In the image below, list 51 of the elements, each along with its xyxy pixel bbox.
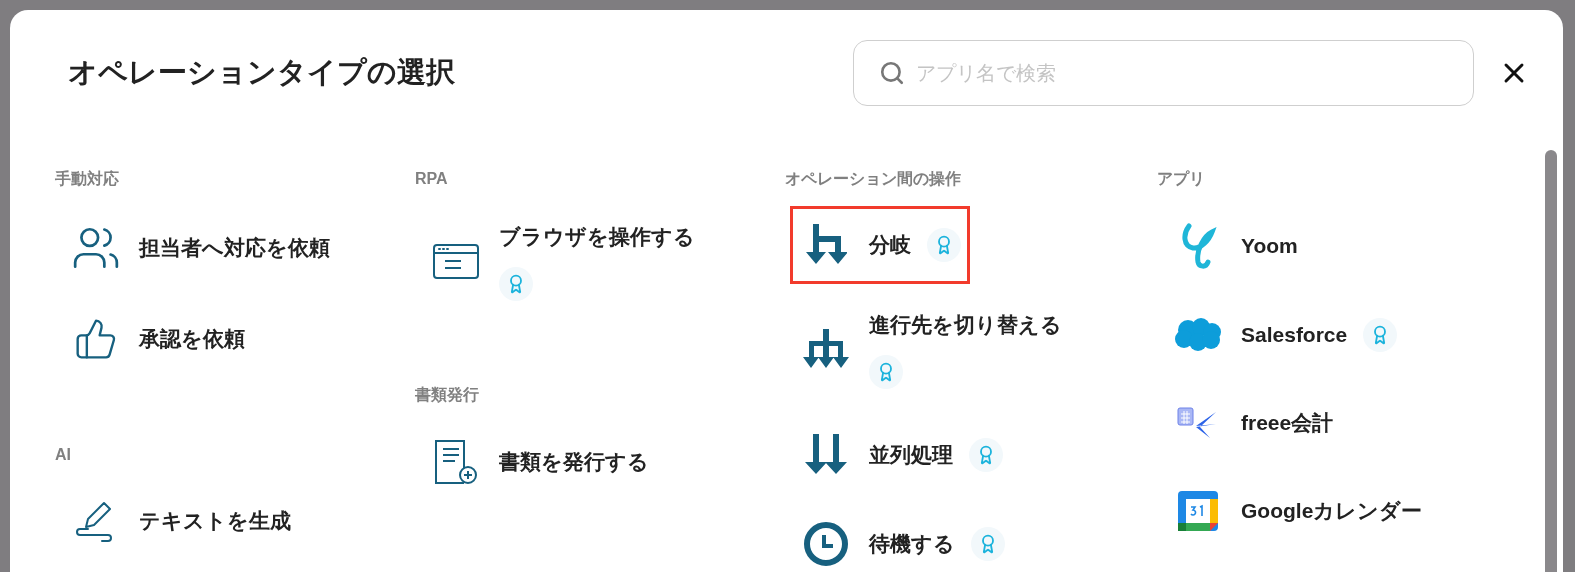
operation-item[interactable]: 担当者へ対応を依頼 [55, 201, 344, 295]
operation-item[interactable]: freee会計 [1157, 379, 1348, 467]
cloud-logo-icon [1174, 318, 1222, 352]
search-icon [879, 60, 905, 86]
award-badge [969, 438, 1003, 472]
scrollbar[interactable] [1545, 150, 1557, 572]
operation-item[interactable]: テキストを生成 [55, 477, 305, 565]
clock-icon [803, 521, 849, 567]
operation-item[interactable]: 待機する [785, 499, 1019, 572]
script-logo-icon [1179, 223, 1217, 269]
item-label: 並列処理 [869, 442, 953, 468]
browser-window-icon [433, 244, 479, 280]
operation-item[interactable]: Yoom [1157, 201, 1312, 291]
item-label: 進行先を切り替える [869, 312, 1062, 338]
section-heading: 書類発行 [415, 385, 480, 405]
item-label: Yoom [1241, 233, 1298, 259]
section-heading: AI [55, 445, 72, 465]
operation-item[interactable]: 承認を依頼 [55, 295, 259, 383]
award-badge [927, 228, 961, 262]
item-label: Salesforce [1241, 322, 1348, 348]
parallel-arrows-icon [805, 434, 847, 476]
item-label: 担当者へ対応を依頼 [139, 235, 330, 261]
award-badge [971, 527, 1005, 561]
item-label: テキストを生成 [139, 508, 291, 534]
item-label: freee会計 [1241, 410, 1334, 436]
section-heading: アプリ [1157, 169, 1206, 189]
operation-item[interactable]: 並列処理 [785, 411, 1017, 499]
dialog-title: オペレーションタイプの選択 [68, 55, 456, 91]
operation-item[interactable]: Googleカレンダー [1157, 467, 1437, 555]
operation-item[interactable]: Salesforce [1157, 291, 1412, 379]
item-label: ブラウザを操作する [499, 224, 695, 250]
document-plus-icon [434, 439, 478, 485]
award-badge [869, 355, 903, 389]
item-label: Googleカレンダー [1241, 498, 1423, 524]
section-heading: 手動対応 [55, 169, 120, 189]
section-heading: RPA [415, 169, 449, 189]
operation-item[interactable]: ブラウザを操作する [415, 201, 733, 323]
item-label: 書類を発行する [499, 449, 649, 475]
thumbs-up-icon [74, 317, 118, 361]
calendar-logo-icon [1178, 491, 1218, 531]
branch-arrows-icon [805, 224, 847, 266]
section-heading: オペレーション間の操作 [785, 169, 962, 189]
award-badge [1363, 318, 1398, 352]
operation-item[interactable]: 書類を発行する [415, 417, 663, 507]
search-field[interactable]: アプリ名で検索 [853, 40, 1474, 106]
operation-item[interactable]: 分岐 [785, 201, 975, 289]
item-label: 承認を依頼 [139, 326, 245, 352]
item-label: 分岐 [869, 232, 911, 258]
operation-item[interactable]: 進行先を切り替える [785, 289, 1103, 411]
award-badge [499, 267, 533, 301]
item-label: 待機する [869, 531, 955, 557]
